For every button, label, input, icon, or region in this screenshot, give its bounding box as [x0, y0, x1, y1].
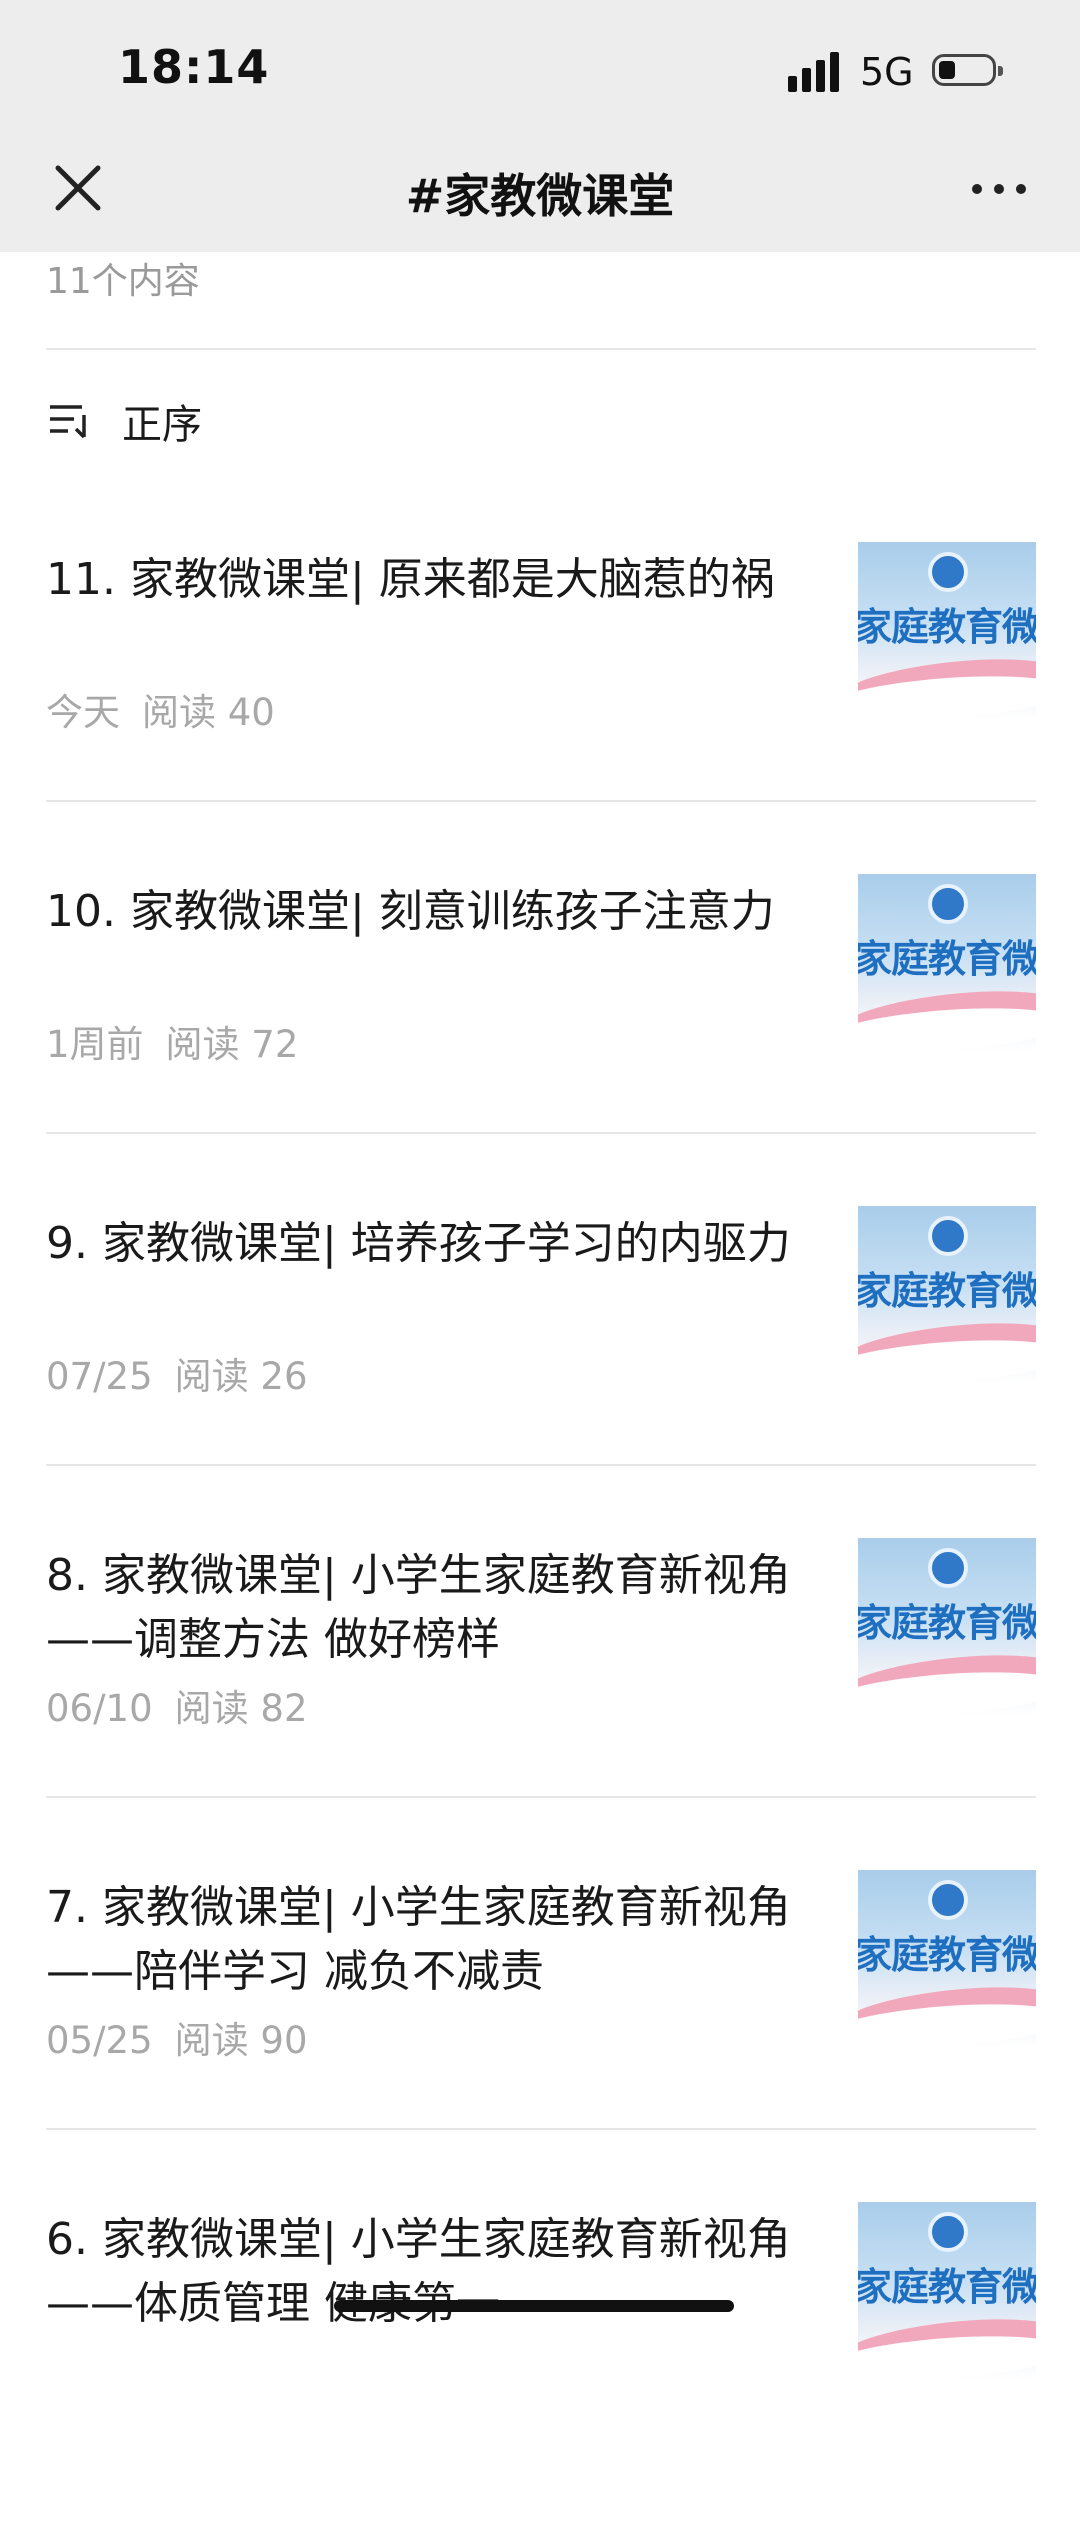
article-title[interactable]: 6. 家教微课堂| 小学生家庭教育新视角——体质管理 健康第一 [46, 2208, 796, 2336]
sort-label: 正序 [122, 402, 202, 448]
article-reads: 阅读 26 [174, 1355, 308, 1398]
sort-button[interactable]: 正序 [46, 394, 202, 448]
article-meta: 1周前 阅读 72 [46, 1014, 298, 1068]
battery-icon [932, 54, 1003, 86]
divider [46, 1464, 1036, 1466]
article-thumbnail[interactable]: 家庭教育微课 [858, 1870, 1036, 2048]
article-title[interactable]: 10. 家教微课堂| 刻意训练孩子注意力 [46, 880, 796, 944]
article-title[interactable]: 11. 家教微课堂| 原来都是大脑惹的祸 [46, 548, 796, 612]
thumbnail-text: 家庭教育微课 [858, 1269, 1036, 1313]
thumbnail-text: 家庭教育微课 [858, 2265, 1036, 2309]
network-label: 5G [860, 50, 914, 94]
article-date: 今天 [46, 691, 120, 734]
home-indicator [334, 2300, 734, 2312]
status-time: 18:14 [118, 40, 270, 94]
article-item[interactable]: 8. 家教微课堂| 小学生家庭教育新视角——调整方法 做好榜样 06/10 阅读 8… [46, 1538, 1036, 1876]
thumbnail-text: 家庭教育微课 [858, 605, 1036, 649]
article-date: 07/25 [46, 1355, 153, 1398]
divider [46, 348, 1036, 350]
top-bar: 18:14 5G #家教微课堂 [0, 0, 1080, 252]
signal-icon [788, 52, 844, 92]
article-thumbnail[interactable]: 家庭教育微课 [858, 874, 1036, 1052]
article-title[interactable]: 8. 家教微课堂| 小学生家庭教育新视角——调整方法 做好榜样 [46, 1544, 796, 1672]
article-meta: 05/25 阅读 90 [46, 2010, 307, 2064]
emblem-icon [928, 2212, 968, 2252]
divider [46, 1796, 1036, 1798]
article-thumbnail[interactable]: 家庭教育微课 [858, 542, 1036, 720]
article-meta: 06/10 阅读 82 [46, 1678, 307, 1732]
content-count: 11个内容 [46, 261, 200, 302]
article-title[interactable]: 7. 家教微课堂| 小学生家庭教育新视角——陪伴学习 减负不减责 [46, 1876, 796, 2004]
article-date: 05/25 [46, 2019, 153, 2062]
article-date: 1周前 [46, 1023, 144, 1066]
article-meta: 今天 阅读 40 [46, 682, 275, 736]
article-meta: 07/25 阅读 26 [46, 1346, 307, 1400]
article-thumbnail[interactable]: 家庭教育微课 [858, 1206, 1036, 1384]
thumbnail-text: 家庭教育微课 [858, 1601, 1036, 1645]
divider [46, 1132, 1036, 1134]
article-date: 06/10 [46, 1687, 153, 1730]
divider [46, 800, 1036, 802]
article-item[interactable]: 9. 家教微课堂| 培养孩子学习的内驱力 07/25 阅读 26 家庭教育微课 [46, 1206, 1036, 1544]
divider [46, 2128, 1036, 2130]
emblem-icon [928, 1548, 968, 1588]
article-reads: 阅读 82 [174, 1687, 308, 1730]
emblem-icon [928, 1880, 968, 1920]
article-item[interactable]: 10. 家教微课堂| 刻意训练孩子注意力 1周前阅读 72 家庭教育微课 [46, 874, 1036, 1212]
thumbnail-text: 家庭教育微课 [858, 1933, 1036, 1977]
emblem-icon [928, 884, 968, 924]
article-thumbnail[interactable]: 家庭教育微课 [858, 2202, 1036, 2380]
article-item[interactable]: 6. 家教微课堂| 小学生家庭教育新视角——体质管理 健康第一 家庭教育微课 [46, 2202, 1036, 2540]
article-thumbnail[interactable]: 家庭教育微课 [858, 1538, 1036, 1716]
article-item[interactable]: 7. 家教微课堂| 小学生家庭教育新视角——陪伴学习 减负不减责 05/25 阅读 … [46, 1870, 1036, 2208]
article-meta [46, 2342, 68, 2385]
thumbnail-text: 家庭教育微课 [858, 937, 1036, 981]
article-reads: 阅读 40 [142, 691, 275, 734]
article-reads: 阅读 72 [165, 1023, 299, 1066]
more-icon[interactable] [972, 172, 1032, 202]
emblem-icon [928, 552, 968, 592]
article-item[interactable]: 11. 家教微课堂| 原来都是大脑惹的祸今天阅读 40 家庭教育微课 [46, 542, 1036, 880]
article-title[interactable]: 9. 家教微课堂| 培养孩子学习的内驱力 [46, 1212, 796, 1276]
article-reads: 阅读 90 [174, 2019, 308, 2062]
page-title: #家教微课堂 [405, 169, 675, 223]
sort-icon [50, 405, 86, 439]
emblem-icon [928, 1216, 968, 1256]
